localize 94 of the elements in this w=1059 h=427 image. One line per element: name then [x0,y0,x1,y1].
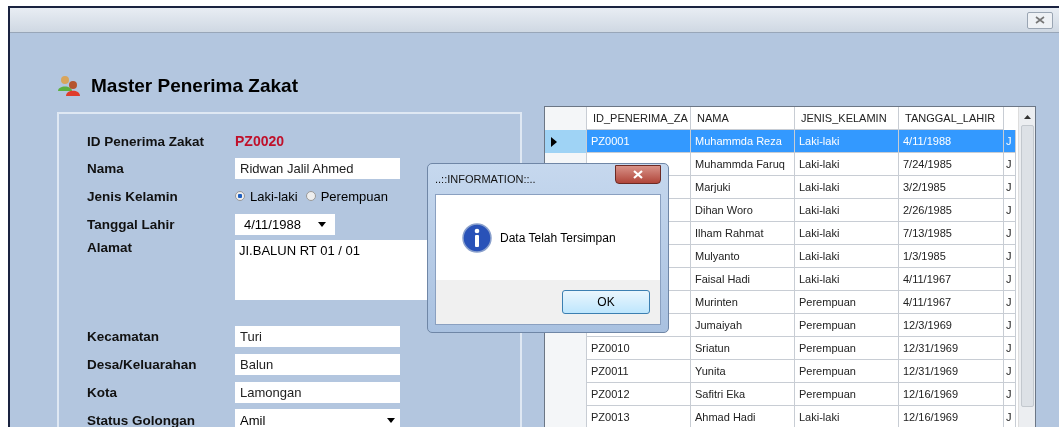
field-label: Nama [87,160,125,176]
table-cell: Muhammda Reza [691,130,795,153]
table-cell: Ahmad Hadi [691,406,795,427]
table-cell: Ilham Rahmat [691,222,795,245]
table-cell: PZ0010 [587,337,691,360]
table-cell: J [1004,222,1016,245]
field-label: ID Penerima Zakat [87,133,206,149]
close-button[interactable] [615,164,661,184]
table-cell: J [1004,245,1016,268]
table-cell: Laki-laki [795,130,899,153]
dialog-message: Data Telah Tersimpan [500,230,616,245]
table-cell: J [1004,314,1016,337]
table-cell: Laki-laki [795,245,899,268]
text-field[interactable]: Turi [235,325,400,347]
row-pointer-icon [551,136,557,147]
text-field[interactable]: Lamongan [235,381,400,403]
table-cell: 12/31/1969 [899,360,1004,383]
date-picker[interactable]: 4/11/1988 [235,213,335,235]
caret-icon [387,417,395,423]
column-header[interactable]: TANGGAL_LAHIR [899,107,1004,130]
table-cell: J [1004,383,1016,406]
table-cell: PZ0012 [587,383,691,406]
table-cell: 1/3/1985 [899,245,1004,268]
field-label: Alamat [87,240,133,255]
status-dropdown[interactable]: Amil [235,409,400,427]
field-label: Kota [87,384,118,400]
info-icon [462,222,492,253]
table-cell: 3/2/1985 [899,176,1004,199]
table-cell: J [1004,291,1016,314]
table-cell: J [1004,130,1016,153]
column-header[interactable]: JENIS_KELAMIN [795,107,899,130]
table-cell: Perempuan [795,337,899,360]
table-cell: J [1004,176,1016,199]
table-cell: Yunita [691,360,795,383]
id-value: PZ0020 [235,133,285,149]
field-label: Desa/Keluarahan [87,356,198,372]
table-cell: J [1004,360,1016,383]
table-cell: Laki-laki [795,153,899,176]
table-cell: J [1004,337,1016,360]
field-label: Tanggal Lahir [87,216,176,232]
table-cell: J [1004,199,1016,222]
table-cell: 4/11/1967 [899,291,1004,314]
table-cell: Safitri Eka [691,383,795,406]
table-cell: Faisal Hadi [691,268,795,291]
table-cell: Laki-laki [795,406,899,427]
table-cell: J [1004,268,1016,291]
table-cell: PZ0013 [587,406,691,427]
table-cell: Laki-laki [795,222,899,245]
table-cell: Laki-laki [795,268,899,291]
table-cell: Laki-laki [795,199,899,222]
scrollbar[interactable] [1018,107,1035,427]
dialog-title: ..::INFORMATION::.. [435,173,536,185]
table-cell: PZ0001 [587,130,691,153]
table-cell: 7/13/1985 [899,222,1004,245]
table-cell: J [1004,153,1016,176]
table-cell: Jumaiyah [691,314,795,337]
ok-button[interactable]: OK [562,290,650,314]
table-cell: Perempuan [795,360,899,383]
column-header[interactable]: ID_PENERIMA_ZA [587,107,691,130]
table-cell: 2/26/1985 [899,199,1004,222]
table-cell: Perempuan [795,314,899,337]
table-cell: 7/24/1985 [899,153,1004,176]
table-cell: Muhammda Faruq [691,153,795,176]
table-cell: 4/11/1967 [899,268,1004,291]
table-cell: Sriatun [691,337,795,360]
text-field[interactable]: Balun [235,353,400,375]
table-cell: Marjuki [691,176,795,199]
table-cell: Murinten [691,291,795,314]
table-cell: 12/31/1969 [899,337,1004,360]
close-icon [1035,16,1045,24]
table-cell: PZ0011 [587,360,691,383]
radio-option[interactable]: Perempuan [305,188,388,204]
radio-option[interactable]: Laki-laki [235,188,298,204]
table-cell: 12/3/1969 [899,314,1004,337]
field-label: Kecamatan [87,328,161,344]
close-icon [633,169,643,179]
table-cell: J [1004,406,1016,427]
table-cell: 4/11/1988 [899,130,1004,153]
caret-icon [318,221,326,227]
table-cell: Dihan Woro [691,199,795,222]
table-cell: Laki-laki [795,176,899,199]
scroll-up-icon [1023,115,1031,119]
field-label: Jenis Kelamin [87,188,179,204]
row-header[interactable] [545,130,587,153]
column-header[interactable]: NAMA [691,107,795,130]
table-cell: Perempuan [795,291,899,314]
table-cell: Mulyanto [691,245,795,268]
table-cell: Perempuan [795,383,899,406]
users-icon [57,75,81,97]
name-field[interactable]: Ridwan Jalil Ahmed [235,157,400,179]
field-label: Status Golongan [87,412,196,427]
table-cell: 12/16/1969 [899,406,1004,427]
form-title: Master Penerima Zakat [91,75,298,97]
table-cell: 12/16/1969 [899,383,1004,406]
